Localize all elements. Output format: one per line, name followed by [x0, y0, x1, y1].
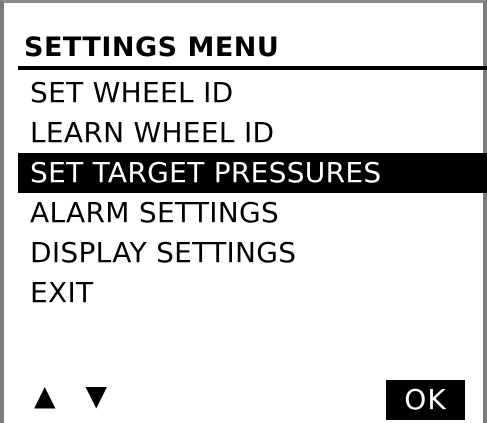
up-arrow-icon[interactable]: ▲: [34, 376, 56, 416]
menu-item-set-target-pressures[interactable]: SET TARGET PRESSURES: [18, 153, 487, 193]
menu-item-learn-wheel-id[interactable]: LEARN WHEEL ID: [18, 113, 487, 153]
down-arrow-icon[interactable]: ▼: [86, 376, 108, 416]
settings-menu: SET WHEEL ID LEARN WHEEL ID SET TARGET P…: [18, 73, 487, 313]
menu-title: SETTINGS MENU: [24, 32, 280, 63]
navigation-arrows: ▲ ▼: [34, 376, 137, 416]
menu-item-exit[interactable]: EXIT: [18, 273, 487, 313]
menu-item-display-settings[interactable]: DISPLAY SETTINGS: [18, 233, 487, 273]
title-divider: [18, 66, 487, 70]
ok-button[interactable]: OK: [386, 380, 465, 420]
menu-item-set-wheel-id[interactable]: SET WHEEL ID: [18, 73, 487, 113]
lcd-screen: SETTINGS MENU SET WHEEL ID LEARN WHEEL I…: [0, 0, 487, 423]
menu-item-alarm-settings[interactable]: ALARM SETTINGS: [18, 193, 487, 233]
